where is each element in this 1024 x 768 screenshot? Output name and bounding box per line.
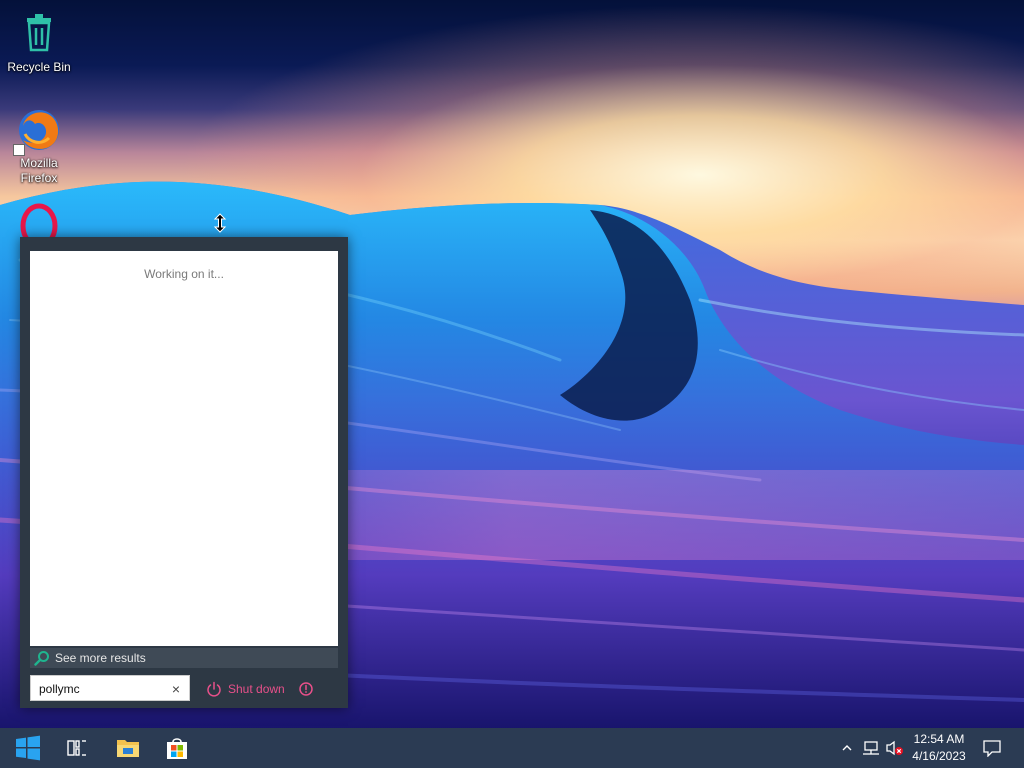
action-center-icon xyxy=(983,740,1001,758)
store-icon xyxy=(167,738,187,759)
power-options-icon xyxy=(299,682,313,696)
recycle-bin-icon xyxy=(15,10,63,58)
file-explorer-icon xyxy=(117,740,139,757)
shut-down-options-button[interactable] xyxy=(297,680,315,698)
search-results-pane: Working on it... xyxy=(30,251,338,646)
start-search-panel: Working on it... See more results × Shut… xyxy=(20,237,348,708)
store-button[interactable] xyxy=(153,728,201,768)
search-box[interactable]: × xyxy=(30,675,190,701)
action-center-button[interactable] xyxy=(983,739,1001,758)
windows-logo-icon xyxy=(16,735,40,761)
shut-down-label: Shut down xyxy=(228,682,285,696)
resize-cursor-icon xyxy=(213,213,227,233)
volume-button[interactable] xyxy=(885,740,903,756)
shortcut-arrow-icon xyxy=(13,144,25,156)
desktop-icon-label: Recycle Bin xyxy=(7,60,71,74)
file-explorer-button[interactable] xyxy=(104,728,152,768)
power-icon xyxy=(207,681,221,697)
see-more-results-button[interactable]: See more results xyxy=(30,648,338,668)
start-button[interactable] xyxy=(4,728,52,768)
clear-search-button[interactable]: × xyxy=(167,680,185,698)
clock[interactable]: 12:54 AM 4/16/2023 xyxy=(900,731,978,765)
clock-date: 4/16/2023 xyxy=(912,749,966,763)
show-hidden-icons-button[interactable] xyxy=(839,740,855,756)
desktop-icon-recycle-bin[interactable]: Recycle Bin xyxy=(1,10,77,75)
task-view-button[interactable] xyxy=(53,728,101,768)
chevron-up-icon xyxy=(842,745,852,751)
taskbar: 12:54 AM 4/16/2023 xyxy=(0,728,1024,768)
search-input[interactable] xyxy=(39,680,149,698)
status-text: Working on it... xyxy=(144,267,224,281)
task-view-icon xyxy=(67,740,86,756)
search-icon xyxy=(34,651,49,666)
network-button[interactable] xyxy=(862,740,879,756)
desktop-icon-label: Mozilla Firefox xyxy=(20,156,58,185)
see-more-results-label: See more results xyxy=(55,651,146,665)
desktop-icon-firefox[interactable]: Mozilla Firefox xyxy=(1,106,77,186)
shut-down-button[interactable]: Shut down xyxy=(206,679,285,699)
clock-time: 12:54 AM xyxy=(913,732,965,746)
firefox-icon xyxy=(13,106,63,156)
network-icon xyxy=(863,741,879,755)
